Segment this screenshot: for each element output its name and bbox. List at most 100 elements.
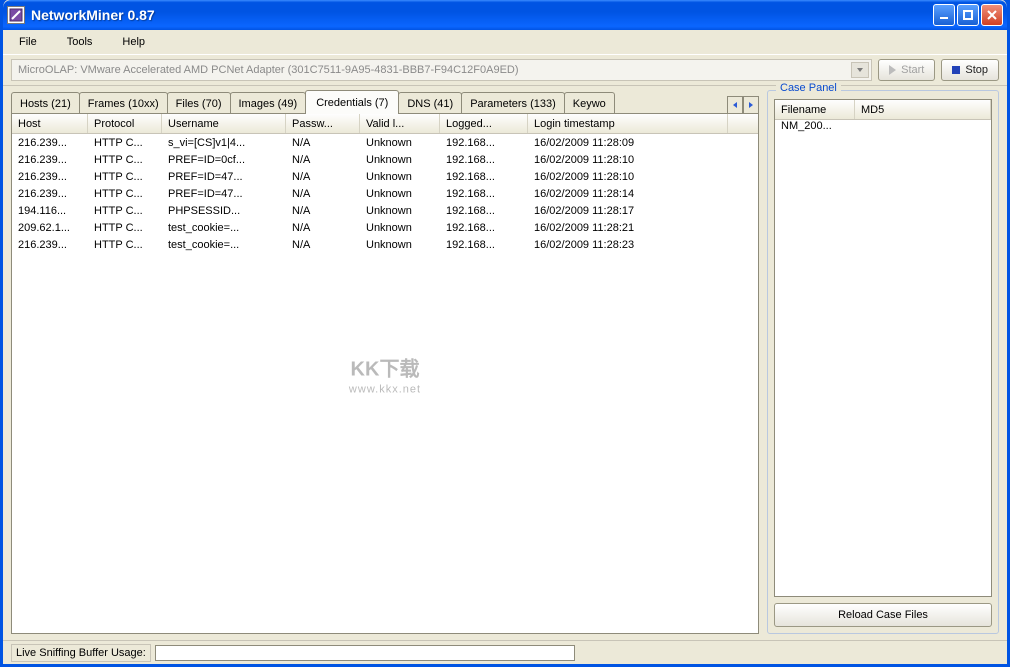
cell: N/A (286, 239, 360, 251)
start-label: Start (901, 64, 924, 76)
cell: NM_200... (775, 120, 855, 137)
col-protocol[interactable]: Protocol (88, 114, 162, 133)
cell: Unknown (360, 154, 440, 166)
cell: test_cookie=... (162, 239, 286, 251)
adapter-text: MicroOLAP: VMware Accelerated AMD PCNet … (18, 64, 519, 76)
table-row[interactable]: 194.116...HTTP C...PHPSESSID...N/AUnknow… (12, 202, 758, 219)
table-row[interactable]: 216.239...HTTP C...test_cookie=...N/AUnk… (12, 236, 758, 253)
titlebar[interactable]: NetworkMiner 0.87 (3, 0, 1007, 30)
tab-parameters[interactable]: Parameters (133) (461, 92, 565, 114)
case-list: Filename MD5 NM_200... (774, 99, 992, 597)
tab-files[interactable]: Files (70) (167, 92, 231, 114)
cell: 16/02/2009 11:28:09 (528, 137, 728, 149)
tab-credentials[interactable]: Credentials (7) (305, 90, 399, 114)
menu-tools[interactable]: Tools (61, 34, 99, 50)
close-button[interactable] (981, 4, 1003, 26)
cell: 216.239... (12, 188, 88, 200)
cell: 16/02/2009 11:28:21 (528, 222, 728, 234)
tab-images[interactable]: Images (49) (230, 92, 307, 114)
menu-help[interactable]: Help (116, 34, 151, 50)
cell: 209.62.1... (12, 222, 88, 234)
menubar: File Tools Help (3, 30, 1007, 54)
case-panel: Case Panel Filename MD5 NM_200... Reload… (767, 90, 999, 634)
cell: Unknown (360, 222, 440, 234)
table-row[interactable]: 216.239...HTTP C...s_vi=[CS]v1|4...N/AUn… (12, 134, 758, 151)
stop-button[interactable]: Stop (941, 59, 999, 81)
cell (855, 120, 991, 137)
stop-icon (952, 66, 960, 74)
cell: 192.168... (440, 137, 528, 149)
table-row[interactable]: 209.62.1...HTTP C...test_cookie=...N/AUn… (12, 219, 758, 236)
col-timestamp[interactable]: Login timestamp (528, 114, 728, 133)
cell: 192.168... (440, 222, 528, 234)
tab-dns[interactable]: DNS (41) (398, 92, 462, 114)
cell: N/A (286, 154, 360, 166)
cell: HTTP C... (88, 239, 162, 251)
play-icon (889, 65, 896, 75)
case-header: Filename MD5 (775, 100, 991, 120)
cell: HTTP C... (88, 188, 162, 200)
credentials-list: Host Protocol Username Passw... Valid l.… (11, 113, 759, 634)
cell: N/A (286, 171, 360, 183)
tab-hosts[interactable]: Hosts (21) (11, 92, 80, 114)
col-password[interactable]: Passw... (286, 114, 360, 133)
cell: 216.239... (12, 171, 88, 183)
cell: HTTP C... (88, 137, 162, 149)
col-logged[interactable]: Logged... (440, 114, 528, 133)
cell: HTTP C... (88, 205, 162, 217)
cell: s_vi=[CS]v1|4... (162, 137, 286, 149)
start-button[interactable]: Start (878, 59, 935, 81)
cell: Unknown (360, 239, 440, 251)
list-item[interactable]: NM_200... (775, 120, 991, 137)
col-filename[interactable]: Filename (775, 100, 855, 119)
minimize-button[interactable] (933, 4, 955, 26)
case-panel-title: Case Panel (776, 82, 841, 94)
cell: 16/02/2009 11:28:10 (528, 154, 728, 166)
tab-scroll-right[interactable] (743, 96, 759, 114)
statusbar: Live Sniffing Buffer Usage: (3, 640, 1007, 664)
cell: 192.168... (440, 239, 528, 251)
cell: N/A (286, 205, 360, 217)
cell: 192.168... (440, 205, 528, 217)
adapter-select[interactable]: MicroOLAP: VMware Accelerated AMD PCNet … (11, 59, 872, 81)
cell: Unknown (360, 205, 440, 217)
cell: 16/02/2009 11:28:23 (528, 239, 728, 251)
maximize-button[interactable] (957, 4, 979, 26)
col-valid[interactable]: Valid l... (360, 114, 440, 133)
cell: PHPSESSID... (162, 205, 286, 217)
table-row[interactable]: 216.239...HTTP C...PREF=ID=0cf...N/AUnkn… (12, 151, 758, 168)
stop-label: Stop (965, 64, 988, 76)
cell: 216.239... (12, 239, 88, 251)
col-username[interactable]: Username (162, 114, 286, 133)
menu-file[interactable]: File (13, 34, 43, 50)
tab-keywords[interactable]: Keywo (564, 92, 615, 114)
cell: 16/02/2009 11:28:14 (528, 188, 728, 200)
cell: 216.239... (12, 154, 88, 166)
cell: 192.168... (440, 171, 528, 183)
cell: HTTP C... (88, 154, 162, 166)
status-label: Live Sniffing Buffer Usage: (11, 644, 151, 662)
cell: test_cookie=... (162, 222, 286, 234)
cell: PREF=ID=47... (162, 188, 286, 200)
credentials-body[interactable]: 216.239...HTTP C...s_vi=[CS]v1|4...N/AUn… (12, 134, 758, 633)
table-row[interactable]: 216.239...HTTP C...PREF=ID=47...N/AUnkno… (12, 168, 758, 185)
col-md5[interactable]: MD5 (855, 100, 991, 119)
cell: N/A (286, 188, 360, 200)
toolbar: MicroOLAP: VMware Accelerated AMD PCNet … (3, 54, 1007, 86)
case-body[interactable]: NM_200... (775, 120, 991, 596)
cell: 192.168... (440, 154, 528, 166)
col-host[interactable]: Host (12, 114, 88, 133)
app-icon (7, 6, 25, 24)
chevron-down-icon[interactable] (851, 62, 869, 78)
cell: Unknown (360, 188, 440, 200)
tab-scroll (727, 96, 759, 114)
table-row[interactable]: 216.239...HTTP C...PREF=ID=47...N/AUnkno… (12, 185, 758, 202)
cell: Unknown (360, 137, 440, 149)
tabbar: Hosts (21) Frames (10xx) Files (70) Imag… (11, 90, 759, 114)
credentials-header: Host Protocol Username Passw... Valid l.… (12, 114, 758, 134)
tab-scroll-left[interactable] (727, 96, 743, 114)
cell: 216.239... (12, 137, 88, 149)
reload-case-files-button[interactable]: Reload Case Files (774, 603, 992, 627)
tab-frames[interactable]: Frames (10xx) (79, 92, 168, 114)
main-pane: Hosts (21) Frames (10xx) Files (70) Imag… (11, 90, 759, 634)
